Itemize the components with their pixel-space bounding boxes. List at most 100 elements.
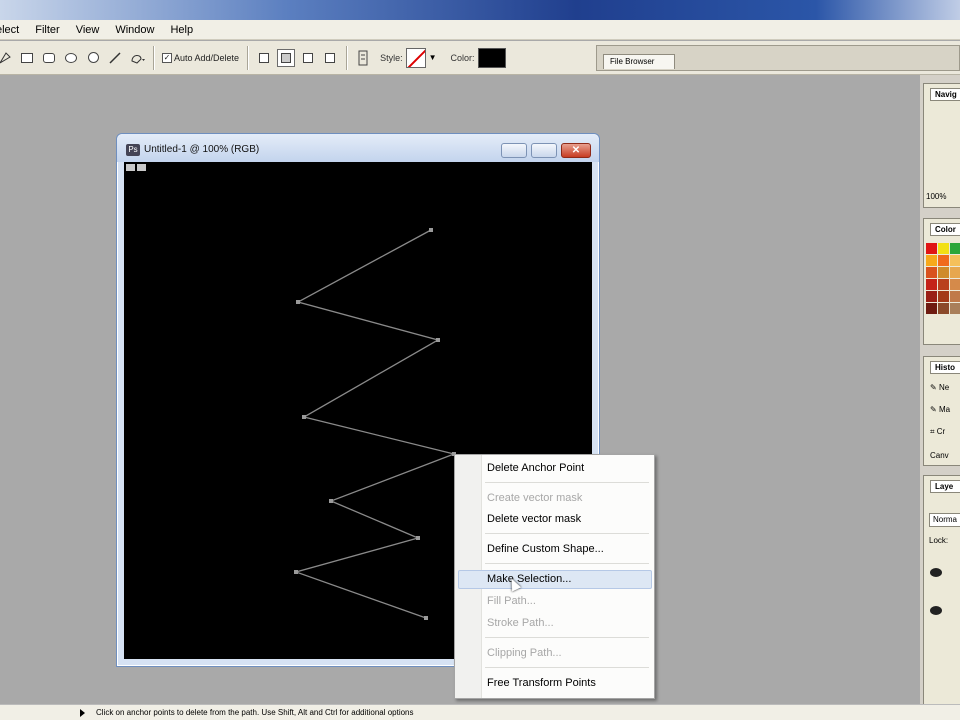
anchor-point[interactable] (329, 499, 333, 503)
menu-separator (485, 563, 649, 564)
status-text: Click on anchor points to delete from th… (96, 708, 414, 717)
color-swatch-cell[interactable] (926, 291, 937, 302)
color-swatch-cell[interactable] (950, 267, 960, 278)
palette-dock: Navig 100% Color Histo ✎ Ne ✎ Ma ⌗ Cr Ca… (920, 75, 960, 720)
color-swatch-cell[interactable] (950, 291, 960, 302)
layers-tab[interactable]: Laye (930, 480, 960, 493)
color-swatch[interactable] (477, 47, 506, 68)
app-title-bar (0, 0, 960, 20)
swatch-grid[interactable] (926, 243, 960, 314)
color-swatch-cell[interactable] (938, 279, 949, 290)
toolbar-divider (247, 45, 249, 70)
photoshop-document-icon: Ps (126, 144, 140, 156)
menu-window[interactable]: Window (107, 20, 162, 40)
menu-item-free-transform-points[interactable]: Free Transform Points (487, 677, 596, 689)
menu-separator (485, 667, 649, 668)
color-panel: Color (923, 218, 960, 345)
rectangle-shape-icon[interactable] (18, 49, 36, 67)
chevron-down-icon[interactable]: ▼ (429, 53, 437, 62)
menu-help[interactable]: Help (162, 20, 201, 40)
menu-item-fill-path[interactable]: Fill Path... (487, 595, 536, 607)
menu-separator (485, 637, 649, 638)
color-label: Color: (450, 52, 475, 63)
crop-icon: ⌗ (930, 427, 935, 436)
layers-lock-label: Lock: (929, 536, 949, 545)
close-button[interactable]: ✕ (561, 143, 591, 158)
menu-filter[interactable]: Filter (27, 20, 67, 40)
anchor-point[interactable] (296, 300, 300, 304)
brush-icon: ✎ (930, 383, 937, 392)
color-swatch-cell[interactable] (950, 303, 960, 314)
custom-shape-icon[interactable] (128, 49, 146, 67)
menu-item-create-vector-mask[interactable]: Create vector mask (487, 492, 582, 504)
file-browser-tab[interactable]: File Browser (603, 54, 675, 69)
menu-item-stroke-path[interactable]: Stroke Path... (487, 617, 554, 629)
path-combine-add-icon[interactable] (255, 49, 273, 67)
history-panel: Histo ✎ Ne ✎ Ma ⌗ Cr Canv (923, 356, 960, 466)
auto-add-delete-checkbox[interactable]: ✓ Auto Add/Delete (162, 52, 239, 63)
color-swatch-cell[interactable] (938, 255, 949, 266)
menu-separator (485, 482, 649, 483)
menu-item-delete-anchor-point[interactable]: Delete Anchor Point (487, 462, 584, 474)
toolbar-divider (346, 45, 348, 70)
color-swatch-cell[interactable] (926, 279, 937, 290)
navigator-zoom[interactable]: 100% (926, 192, 946, 201)
menu-item-define-custom-shape[interactable]: Define Custom Shape... (487, 543, 604, 555)
path-segment[interactable] (293, 229, 457, 619)
color-swatch-cell[interactable] (938, 291, 949, 302)
minimize-button[interactable] (501, 143, 527, 158)
navigator-tab[interactable]: Navig (930, 88, 960, 101)
anchor-point[interactable] (294, 570, 298, 574)
history-tab[interactable]: Histo (930, 361, 960, 374)
color-swatch-cell[interactable] (926, 255, 937, 266)
checkmark-icon: ✓ (162, 52, 172, 63)
color-swatch-cell[interactable] (926, 243, 937, 254)
history-item[interactable]: ✎ Ne (930, 383, 949, 392)
anchor-point[interactable] (302, 415, 306, 419)
eye-icon[interactable] (930, 568, 942, 577)
path-combine-subtract-icon[interactable] (277, 48, 296, 67)
color-swatch-cell[interactable] (926, 267, 937, 278)
color-swatch-cell[interactable] (950, 279, 960, 290)
color-swatch-cell[interactable] (938, 303, 949, 314)
document-title-bar[interactable]: Ps Untitled-1 @ 100% (RGB) ✕ (117, 134, 599, 162)
anchor-point[interactable] (416, 536, 420, 540)
path-combine-intersect-icon[interactable] (299, 49, 317, 67)
color-swatch-cell[interactable] (950, 243, 960, 254)
menu-item-delete-vector-mask[interactable]: Delete vector mask (487, 513, 581, 525)
close-icon: ✕ (571, 145, 581, 156)
history-item[interactable]: ✎ Ma (930, 405, 950, 414)
anchor-point[interactable] (436, 338, 440, 342)
status-bar: Click on anchor points to delete from th… (0, 704, 960, 720)
history-item[interactable]: Canv (930, 451, 949, 460)
layer-style-link-icon[interactable] (354, 49, 372, 67)
maximize-button[interactable] (531, 143, 557, 158)
tool-preset-icon[interactable] (0, 49, 14, 67)
anchor-point[interactable] (429, 228, 433, 232)
eye-icon[interactable] (930, 606, 942, 615)
menu-item-make-selection[interactable]: Make Selection... (487, 573, 571, 585)
color-swatch-cell[interactable] (926, 303, 937, 314)
ellipse-shape-icon[interactable] (62, 49, 80, 67)
history-item[interactable]: ⌗ Cr (930, 427, 945, 437)
brush-icon: ✎ (930, 405, 937, 414)
menu-bar: elect Filter View Window Help (0, 20, 960, 40)
menu-item-clipping-path[interactable]: Clipping Path... (487, 647, 562, 659)
toolbar-divider (153, 45, 154, 70)
navigator-panel: Navig 100% (923, 83, 960, 208)
play-arrow-icon[interactable] (80, 709, 85, 717)
line-shape-icon[interactable] (106, 49, 124, 67)
color-swatch-cell[interactable] (938, 267, 949, 278)
document-title: Untitled-1 @ 100% (RGB) (144, 144, 260, 155)
rounded-rectangle-shape-icon[interactable] (40, 49, 58, 67)
color-swatch-cell[interactable] (938, 243, 949, 254)
color-swatch-cell[interactable] (950, 255, 960, 266)
menu-view[interactable]: View (68, 20, 108, 40)
anchor-point[interactable] (424, 616, 428, 620)
color-tab[interactable]: Color (930, 223, 960, 236)
polygon-shape-icon[interactable] (84, 49, 102, 67)
path-combine-exclude-icon[interactable] (321, 49, 339, 67)
blend-mode-select[interactable]: Norma (929, 513, 960, 527)
menu-select[interactable]: elect (0, 20, 27, 40)
style-picker[interactable] (405, 47, 426, 68)
